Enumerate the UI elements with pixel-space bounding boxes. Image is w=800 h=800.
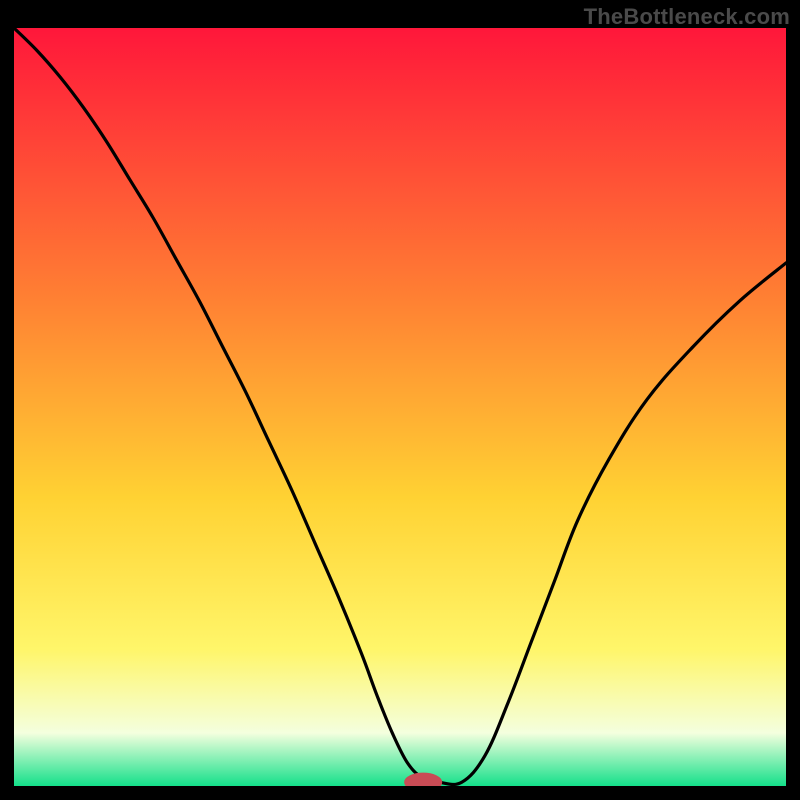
chart-svg <box>14 28 786 786</box>
watermark-text: TheBottleneck.com <box>584 4 790 30</box>
gradient-background <box>14 28 786 786</box>
plot-area <box>14 28 786 786</box>
chart-stage: TheBottleneck.com <box>0 0 800 800</box>
